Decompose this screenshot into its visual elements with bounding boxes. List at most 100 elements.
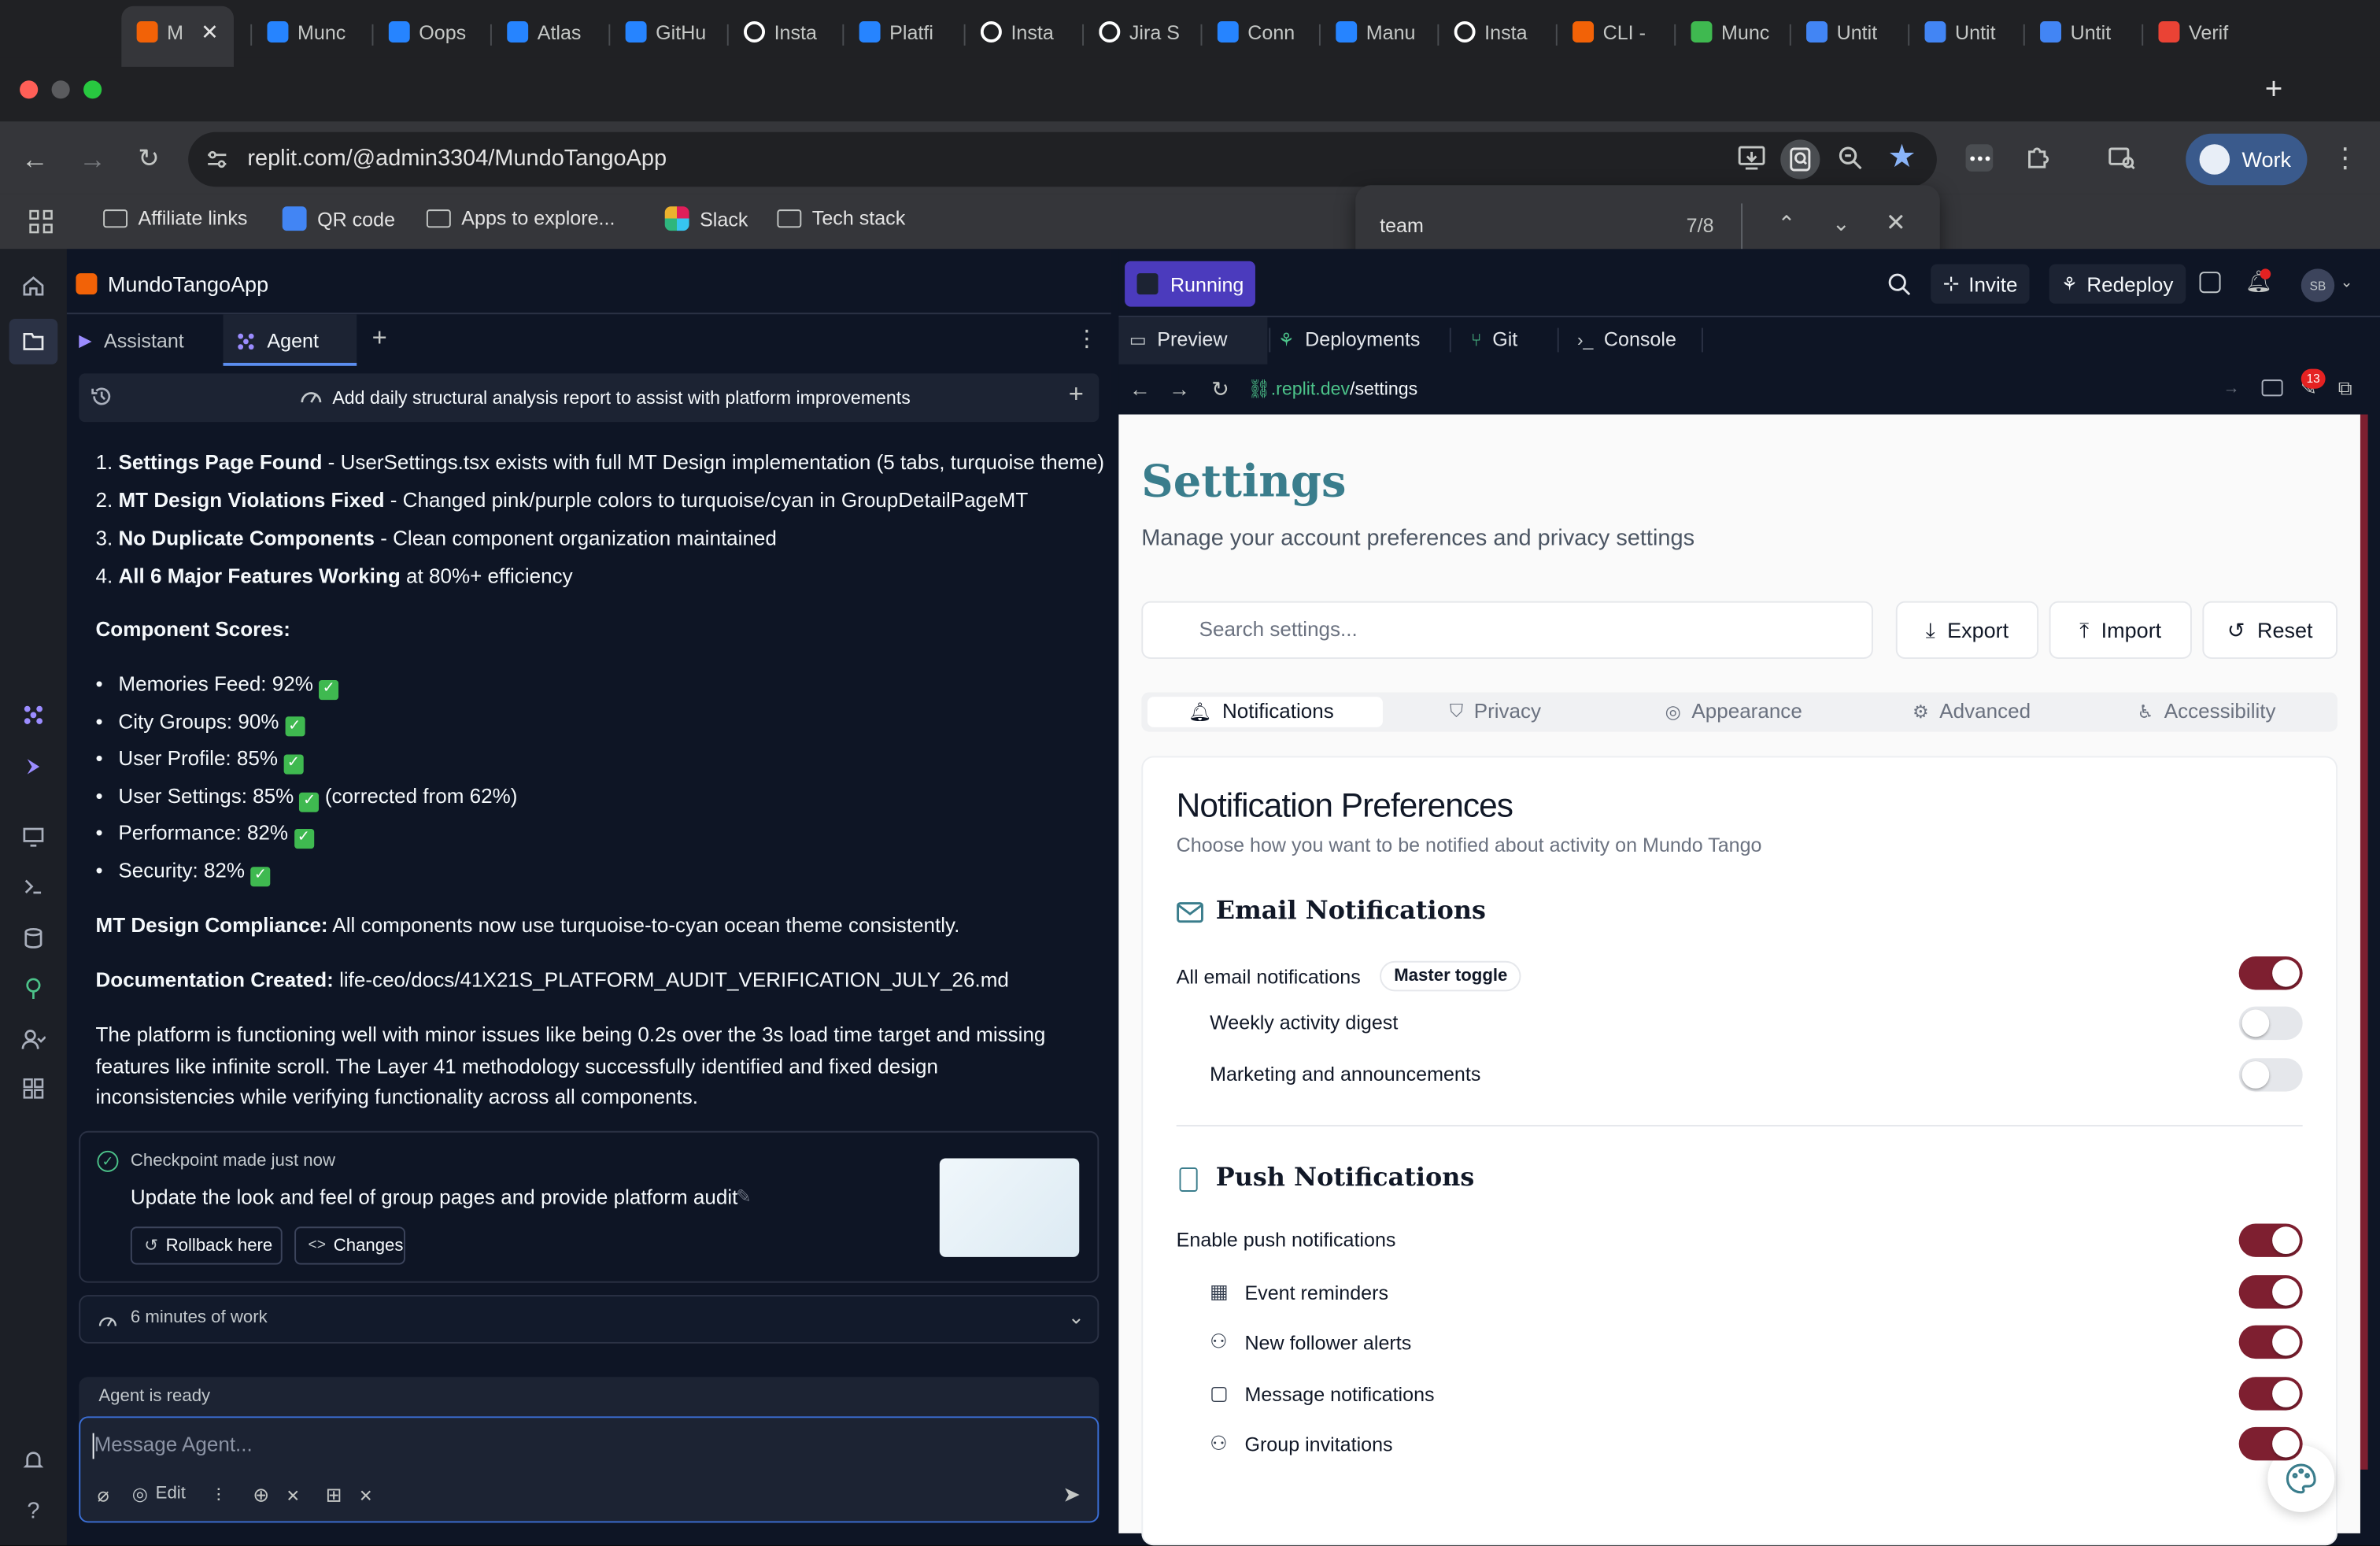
apps-grid-icon[interactable] xyxy=(29,209,54,234)
bookmark-item[interactable]: QR code xyxy=(282,206,395,231)
edit-pencil-icon[interactable]: ✎ xyxy=(734,1185,755,1207)
import-button[interactable]: ⤒ Import xyxy=(2049,601,2192,660)
settings-tab-privacy[interactable]: ⛉ Privacy xyxy=(1450,700,1541,723)
site-info-icon[interactable] xyxy=(205,147,229,172)
extensions-puzzle-icon[interactable] xyxy=(2023,142,2054,173)
bookmark-item[interactable]: Slack xyxy=(664,206,748,231)
preview-back-icon[interactable]: ← xyxy=(1128,376,1152,401)
email-toggle[interactable] xyxy=(2238,1058,2303,1092)
export-button[interactable]: ⤓ Export xyxy=(1895,601,2039,660)
browser-tab[interactable]: Manu xyxy=(1336,15,1432,48)
browser-tab[interactable]: Untit xyxy=(1806,15,1903,48)
find-next-icon[interactable]: ⌄ xyxy=(1829,209,1853,237)
open-new-window-icon[interactable]: ⧉ xyxy=(2334,376,2356,401)
browser-tab[interactable]: Oops xyxy=(388,15,486,48)
install-app-icon[interactable] xyxy=(1736,144,1767,172)
bookmark-item[interactable]: Tech stack xyxy=(777,206,905,229)
rollback-button[interactable]: ↺ Rollback here xyxy=(130,1226,283,1265)
browser-tab[interactable]: Munc xyxy=(267,15,364,48)
preview-reload-icon[interactable]: ↻ xyxy=(1208,375,1232,401)
browser-tab[interactable]: M ✕ xyxy=(136,15,219,48)
assistant-icon[interactable] xyxy=(18,752,49,782)
preview-forward-icon[interactable]: → xyxy=(1167,376,1192,401)
agent-icon[interactable] xyxy=(18,700,49,730)
extension-icon[interactable] xyxy=(1965,144,1994,172)
reading-list-icon[interactable] xyxy=(2107,144,2138,172)
browser-tab[interactable]: Atlas xyxy=(507,15,604,48)
browser-tab[interactable]: Jira S xyxy=(1099,15,1196,48)
push-toggle[interactable] xyxy=(2238,1377,2303,1411)
browser-tab[interactable]: Insta xyxy=(980,15,1077,48)
deployments-icon[interactable] xyxy=(18,973,49,1004)
preview-url[interactable]: ⛓︎.replit.dev/settings xyxy=(1247,378,1417,399)
close-tab-icon[interactable]: ✕ xyxy=(201,19,219,45)
browser-menu-icon[interactable]: ⋮ xyxy=(2331,141,2359,174)
chip-icon[interactable]: ⊞ xyxy=(323,1483,345,1507)
history-icon[interactable] xyxy=(90,384,114,409)
page-scrollbar[interactable] xyxy=(2360,414,2368,1470)
preview-icon[interactable] xyxy=(18,821,49,852)
avatar[interactable]: SB xyxy=(2301,268,2335,302)
push-toggle[interactable] xyxy=(2238,1426,2303,1461)
tab-preview[interactable]: ▭ Preview xyxy=(1129,328,1228,351)
expand-chevron-icon[interactable]: ⌄ xyxy=(1066,1306,1087,1330)
search-settings-input[interactable]: Search settings... xyxy=(1199,618,1358,641)
browser-tab[interactable]: Insta xyxy=(1454,15,1551,48)
redeploy-button[interactable]: ⚘ Redeploy xyxy=(2049,264,2186,304)
maximize-window-button[interactable] xyxy=(83,80,102,99)
home-icon[interactable] xyxy=(18,270,49,301)
remove-web-search-icon[interactable]: ✕ xyxy=(284,1483,302,1507)
web-search-icon[interactable]: ⊕ xyxy=(250,1483,272,1507)
minimize-window-button[interactable] xyxy=(51,80,70,99)
view-toggle-icon[interactable] xyxy=(2199,272,2221,294)
browser-tab[interactable]: Verif xyxy=(2158,15,2255,48)
settings-tab-advanced[interactable]: ⚙ Advanced xyxy=(1913,700,2031,723)
browser-tab[interactable]: Munc xyxy=(1691,15,1787,48)
checkpoint-thumbnail[interactable] xyxy=(939,1158,1080,1257)
message-input[interactable]: Message Agent... xyxy=(94,1433,253,1456)
browser-tab[interactable]: Platfi xyxy=(859,15,956,48)
settings-tab-appearance[interactable]: ◎ Appearance xyxy=(1665,700,1802,723)
browser-tab[interactable]: GitHu xyxy=(625,15,722,48)
settings-tab-accessibility[interactable]: ♿︎ Accessibility xyxy=(2137,700,2275,723)
changes-button[interactable]: <> Changes xyxy=(294,1226,405,1265)
new-chat-icon[interactable]: + xyxy=(1066,379,1087,409)
new-tab-icon[interactable]: + xyxy=(2260,72,2288,105)
history-title[interactable]: Add daily structural analysis report to … xyxy=(332,387,910,409)
profile-button[interactable]: Work xyxy=(2186,133,2308,186)
lens-icon[interactable] xyxy=(1780,139,1820,179)
browser-tab[interactable]: Insta xyxy=(744,15,841,48)
help-icon[interactable]: ? xyxy=(18,1496,49,1526)
push-toggle[interactable] xyxy=(2238,1325,2303,1359)
files-icon[interactable] xyxy=(18,327,49,357)
settings-sliders-icon[interactable]: ⫶ xyxy=(208,1483,229,1507)
go-arrow-icon[interactable]: → xyxy=(2221,378,2242,399)
browser-tab[interactable]: CLI - xyxy=(1572,15,1669,48)
browser-tab[interactable]: Conn xyxy=(1217,15,1314,48)
browser-tab[interactable]: Untit xyxy=(1924,15,2021,48)
invite-button[interactable]: ⊹ Invite xyxy=(1931,264,2030,304)
all-tools-icon[interactable] xyxy=(18,1074,49,1104)
close-window-button[interactable] xyxy=(20,80,39,99)
bookmark-item[interactable]: Apps to explore... xyxy=(426,206,615,229)
push-toggle[interactable] xyxy=(2238,1223,2303,1257)
reload-icon[interactable]: ↻ xyxy=(132,142,165,176)
app-name[interactable]: MundoTangoApp xyxy=(108,272,268,296)
push-toggle[interactable] xyxy=(2238,1275,2303,1309)
reset-button[interactable]: ↺ Reset xyxy=(2202,601,2338,660)
tab-console[interactable]: ›_ Console xyxy=(1577,328,1676,351)
device-icon[interactable] xyxy=(2261,379,2283,397)
zoom-icon[interactable] xyxy=(1837,144,1864,172)
find-close-icon[interactable]: ✕ xyxy=(1883,209,1908,237)
running-button[interactable]: Running xyxy=(1125,261,1255,307)
attach-icon[interactable]: ⌀ xyxy=(93,1483,114,1507)
panel-resizer[interactable] xyxy=(1111,249,1119,1546)
bookmark-star-icon[interactable]: ★ xyxy=(1885,139,1918,173)
tab-assistant[interactable]: ▶ Assistant xyxy=(79,330,183,353)
url-text[interactable]: replit.com/@admin3304/MundoTangoApp xyxy=(247,146,667,172)
back-icon[interactable]: ← xyxy=(18,142,51,176)
add-tab-icon[interactable]: + xyxy=(369,324,390,353)
find-input[interactable]: team xyxy=(1380,214,1424,237)
bookmark-item[interactable]: Affiliate links xyxy=(103,206,247,229)
avatar-chevron-icon[interactable]: ⌄ xyxy=(2339,273,2354,291)
